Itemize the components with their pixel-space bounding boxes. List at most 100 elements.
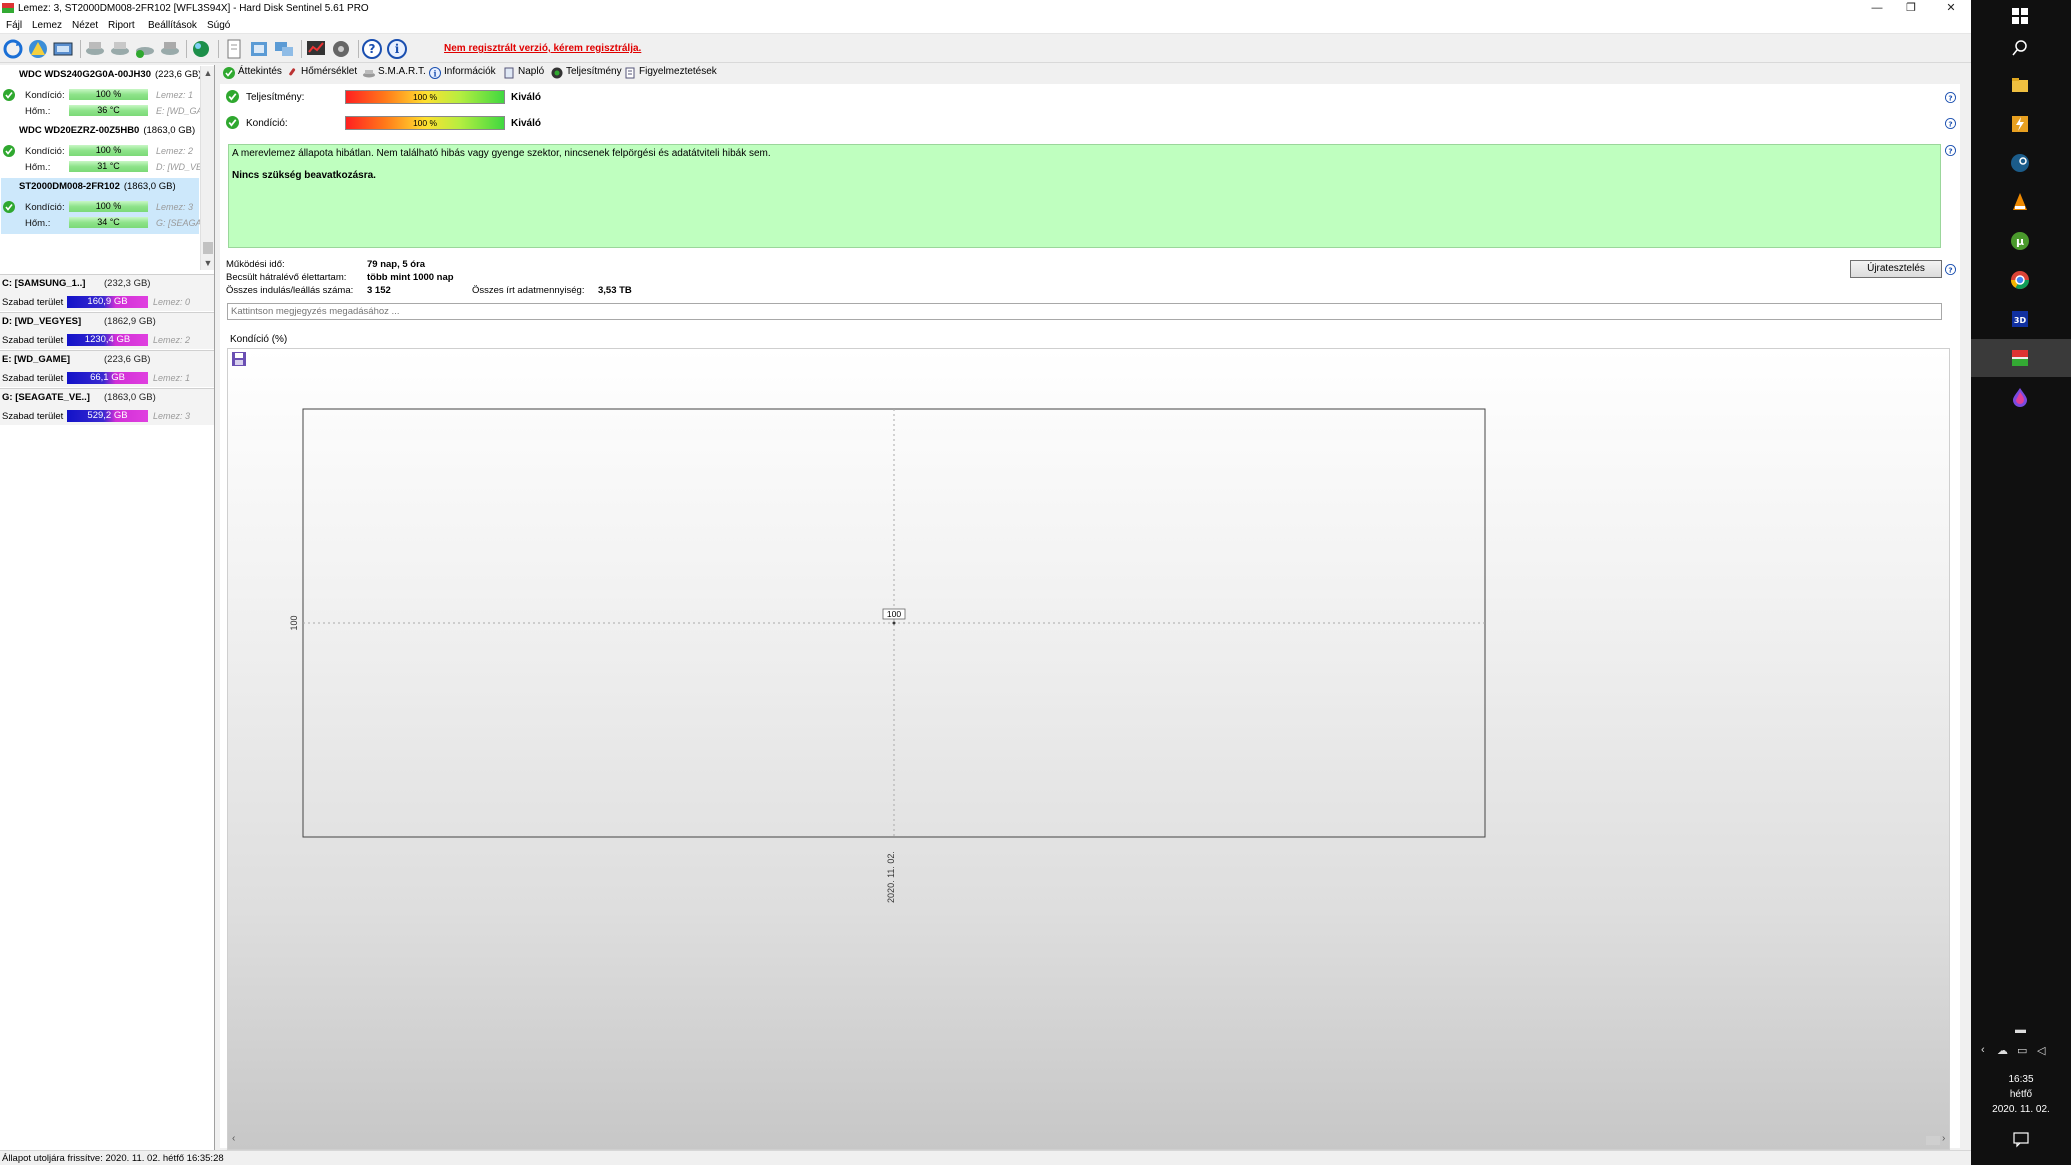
performance-gauge-icon <box>551 67 563 79</box>
menu-disk[interactable]: Lemez <box>32 20 62 31</box>
menu-view[interactable]: Nézet <box>72 20 98 31</box>
disk-volume: D: [WD_VE <box>156 162 203 172</box>
scrollbar-thumb[interactable] <box>1926 1136 1940 1145</box>
utorrent-icon[interactable]: µ <box>2009 230 2031 252</box>
show-hidden-icons-icon[interactable]: ‹ <box>1981 1044 1985 1056</box>
svg-text:?: ? <box>1948 265 1952 274</box>
tab-smart[interactable]: S.M.A.R.T. <box>362 66 426 82</box>
tab-log[interactable]: Napló <box>502 66 544 82</box>
web-status-icon[interactable] <box>190 38 212 60</box>
restore-button[interactable]: ❐ <box>1891 0 1931 17</box>
usb-device-icon[interactable]: ▬ <box>2015 1024 2026 1036</box>
disk-item-1[interactable]: WDC WDS240G2G0A-00JH30 (223,6 GB) Kondíci… <box>1 66 203 122</box>
close-button[interactable]: ✕ <box>1931 0 1971 17</box>
disk-test-icon[interactable] <box>84 38 106 60</box>
color-drop-icon[interactable] <box>2009 386 2031 408</box>
backup-icon[interactable] <box>248 38 270 60</box>
onedrive-cloud-icon[interactable]: ☁ <box>1997 1044 2008 1057</box>
taskbar-clock[interactable]: 16:35 hétfő 2020. 11. 02. <box>1971 1072 2071 1117</box>
disk-settings-icon[interactable] <box>159 38 181 60</box>
health-label: Kondíció: <box>25 90 65 101</box>
volume-item-e[interactable]: E: [WD_GAME] (223,6 GB) Szabad terület 6… <box>0 350 214 387</box>
3dmark-icon[interactable]: 3D <box>2009 308 2031 330</box>
help-icon[interactable]: ? <box>1945 145 1956 156</box>
uptime-value: 79 nap, 5 óra <box>367 259 426 270</box>
steam-icon[interactable] <box>2009 152 2031 174</box>
network-disk-icon[interactable] <box>273 38 295 60</box>
free-space-bar: 66,1 GB <box>67 372 148 384</box>
scroll-left-icon[interactable]: ‹ <box>232 1133 235 1144</box>
tab-label: Figyelmeztetések <box>639 66 717 77</box>
vlc-icon[interactable] <box>2009 191 2031 213</box>
warning-disk-icon[interactable] <box>27 38 49 60</box>
help-icon[interactable]: ? <box>1945 264 1956 275</box>
help-icon[interactable]: ? <box>1945 118 1956 129</box>
retest-button[interactable]: Újratesztelés <box>1850 260 1942 278</box>
disk-name-2: WDC WD20EZRZ-00Z5HB0 (1863,0 GB) <box>19 125 195 136</box>
disk-item-3[interactable]: ST2000DM008-2FR102 (1863,0 GB) Kondíció: … <box>1 178 202 234</box>
report-document-icon[interactable] <box>223 38 245 60</box>
status-recommendation: Nincs szükség beavatkozásra. <box>232 170 376 181</box>
registration-warning-link[interactable]: Nem regisztrált verzió, kérem regisztrál… <box>444 43 641 54</box>
clock-time: 16:35 <box>2008 1074 2034 1085</box>
free-space-bar: 160,9 GB <box>67 296 148 308</box>
volume-item-d[interactable]: D: [WD_VEGYES] (1862,9 GB) Szabad terüle… <box>0 312 214 349</box>
refresh-icon[interactable] <box>2 38 24 60</box>
remaining-life-label: Becsült hátralévő élettartam: <box>226 272 347 283</box>
tab-temperature[interactable]: Hőmérséklet <box>285 66 357 82</box>
chrome-icon[interactable] <box>2009 269 2031 291</box>
volume-item-g[interactable]: G: [SEAGATE_VE..] (1863,0 GB) Szabad ter… <box>0 388 214 425</box>
scrollbar-thumb[interactable] <box>203 242 213 254</box>
scroll-right-icon[interactable]: › <box>1942 1133 1945 1144</box>
svg-text:?: ? <box>1948 146 1952 155</box>
tab-overview[interactable]: Áttekintés <box>222 66 282 82</box>
data-label: 100 <box>887 609 901 619</box>
info-icon[interactable]: i <box>386 38 408 60</box>
chart-horizontal-scrollbar[interactable]: ‹ › <box>228 1131 1949 1149</box>
volume-icon[interactable]: ◁ <box>2037 1044 2045 1057</box>
network-icon[interactable]: ▭ <box>2017 1044 2027 1057</box>
tab-alerts[interactable]: Figyelmeztetések <box>623 66 717 82</box>
total-written-label: Összes írt adatmennyiség: <box>472 285 585 296</box>
help-icon[interactable]: ? <box>1945 92 1956 103</box>
menu-help[interactable]: Súgó <box>207 20 230 31</box>
search-icon[interactable] <box>2009 37 2031 59</box>
volume-size: (1862,9 GB) <box>104 316 156 327</box>
disk-list-scrollbar[interactable]: ▲ ▼ <box>200 66 214 270</box>
temperature-bar: 34 °C <box>69 217 148 228</box>
temperature-bar: 31 °C <box>69 161 148 172</box>
chart-tab-health[interactable]: Kondíció (%) <box>230 334 287 345</box>
options-gear-icon[interactable] <box>330 38 352 60</box>
disk-volume: G: [SEAGA <box>156 218 202 228</box>
disk-item-2[interactable]: WDC WD20EZRZ-00Z5HB0 (1863,0 GB) Kondíció… <box>1 122 203 178</box>
note-input[interactable] <box>227 303 1942 320</box>
toolbar-separator <box>358 40 359 58</box>
windows-taskbar: µ 3D ▬ ‹ ☁ ▭ ◁ 16:35 hétfő 2020. 11. 02. <box>1971 0 2071 1165</box>
scroll-down-icon[interactable]: ▼ <box>201 256 215 270</box>
menu-report[interactable]: Riport <box>108 20 135 31</box>
notification-center-icon[interactable] <box>2012 1130 2030 1148</box>
volume-name: C: [SAMSUNG_1..] <box>2 278 86 289</box>
free-space-bar: 529,2 GB <box>67 410 148 422</box>
file-explorer-icon[interactable] <box>2009 74 2031 96</box>
disk-ok-icon[interactable] <box>134 38 156 60</box>
disk-surface-icon[interactable] <box>109 38 131 60</box>
help-icon[interactable]: ? <box>361 38 383 60</box>
svg-text:?: ? <box>369 42 376 56</box>
tab-performance[interactable]: Teljesítmény <box>550 66 622 82</box>
health-ok-icon <box>226 116 239 129</box>
windows-start-icon[interactable] <box>2009 5 2031 27</box>
hard-disk-sentinel-taskbar-icon[interactable] <box>2009 347 2031 369</box>
menu-settings[interactable]: Beállítások <box>148 20 197 31</box>
menu-bar: Fájl Lemez Nézet Riport Beállítások Súgó <box>0 17 1971 34</box>
x-tick-label: 2020. 11. 02. <box>886 851 896 903</box>
disk-report-icon[interactable] <box>52 38 74 60</box>
disk-list-panel: WDC WDS240G2G0A-00JH30 (223,6 GB) Kondíci… <box>0 65 215 1150</box>
svg-text:?: ? <box>1948 93 1952 102</box>
performance-monitor-icon[interactable] <box>305 38 327 60</box>
app-bolt-icon[interactable] <box>2009 113 2031 135</box>
volume-item-c[interactable]: C: [SAMSUNG_1..] (232,3 GB) Szabad terül… <box>0 274 214 311</box>
scroll-up-icon[interactable]: ▲ <box>201 66 215 80</box>
tab-information[interactable]: i Információk <box>428 66 496 82</box>
menu-file[interactable]: Fájl <box>6 20 22 31</box>
